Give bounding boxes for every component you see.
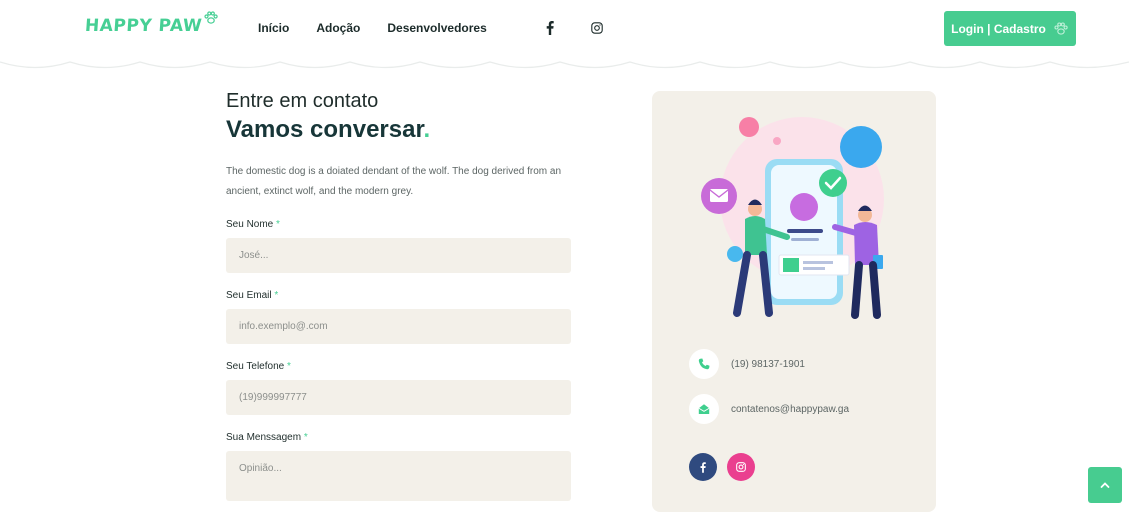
name-label: Seu Nome * <box>226 219 280 230</box>
login-register-button[interactable]: Login | Cadastro <box>944 11 1076 46</box>
logo[interactable]: HAPPY PAW <box>84 11 219 36</box>
phone-icon <box>689 349 719 379</box>
contact-form-section: Entre em contato Vamos conversar. The do… <box>226 90 572 501</box>
headline-accent-dot: . <box>423 116 431 143</box>
email-label: Seu Email * <box>226 290 279 301</box>
phone-number: (19) 98137-1901 <box>731 358 805 370</box>
nav-link-adocao[interactable]: Adoção <box>316 21 360 35</box>
instagram-icon[interactable] <box>727 453 755 481</box>
required-mark: * <box>303 432 308 443</box>
phone-contact: (19) 98137-1901 <box>689 349 805 379</box>
instagram-icon[interactable] <box>589 18 605 38</box>
envelope-open-icon <box>689 394 719 424</box>
paw-icon <box>204 11 218 24</box>
email-contact: contatenos@happypaw.ga <box>689 394 849 424</box>
nav-link-desenvolvedores[interactable]: Desenvolvedores <box>387 21 486 35</box>
section-description: The domestic dog is a doiated dendant of… <box>226 166 562 197</box>
section-headline: Vamos conversar. <box>226 116 572 144</box>
facebook-icon[interactable] <box>689 453 717 481</box>
nav-link-inicio[interactable]: Início <box>258 21 289 35</box>
contact-info-card: (19) 98137-1901 contatenos@happypaw.ga <box>652 91 936 512</box>
chevron-up-icon <box>1100 482 1110 488</box>
main-nav: Início Adoção Desenvolvedores <box>258 21 487 35</box>
logo-text: HAPPY PAW <box>84 16 203 36</box>
phone-input[interactable] <box>226 380 571 415</box>
header-wave-divider <box>0 55 1129 69</box>
scroll-to-top-button[interactable] <box>1088 467 1122 503</box>
headline-text: Vamos conversar <box>226 116 424 143</box>
required-mark: * <box>286 361 291 372</box>
email-address: contatenos@happypaw.ga <box>731 403 850 415</box>
facebook-icon[interactable] <box>542 18 558 38</box>
section-eyebrow: Entre em contato <box>226 90 379 112</box>
contact-illustration <box>701 117 884 319</box>
name-input[interactable] <box>226 238 571 273</box>
required-mark: * <box>274 290 279 301</box>
required-mark: * <box>276 219 280 230</box>
message-input[interactable] <box>226 451 571 501</box>
login-register-label: Login | Cadastro <box>951 21 1046 36</box>
message-label: Sua Menssagem * <box>226 432 308 443</box>
phone-label: Seu Telefone * <box>226 361 291 372</box>
paw-icon <box>1054 21 1068 35</box>
email-input[interactable] <box>226 309 571 344</box>
site-header: HAPPY PAW Início Adoção Desenvolvedores … <box>0 0 1129 62</box>
